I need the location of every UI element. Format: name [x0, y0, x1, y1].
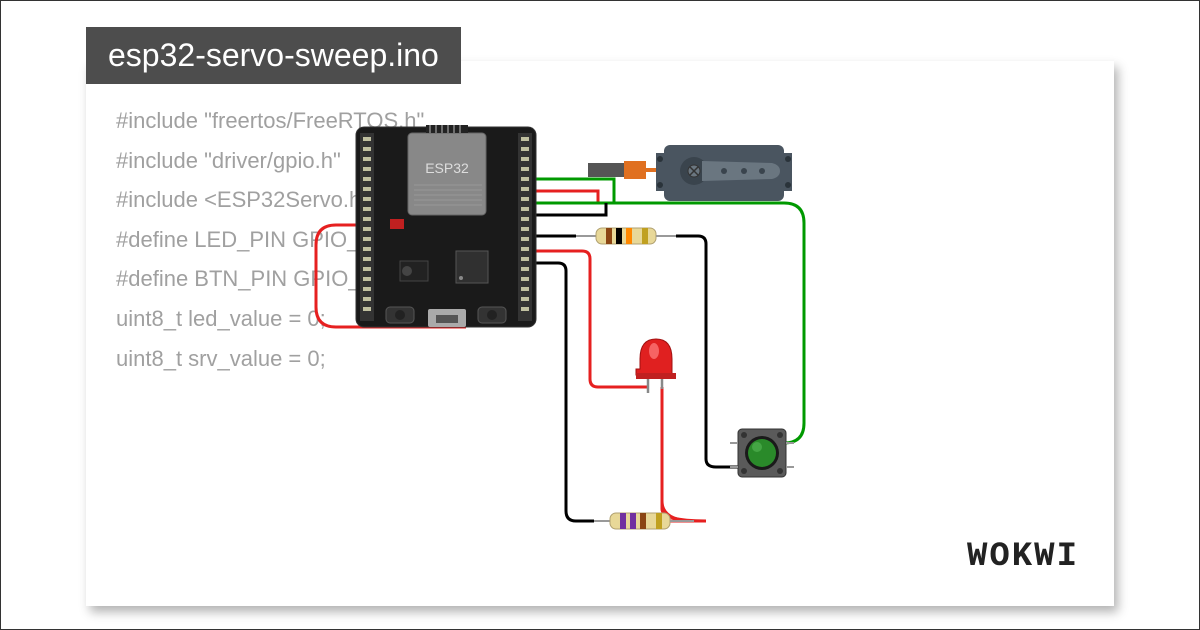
content-card: #include "freertos/FreeRTOS.h" #include …: [86, 61, 1114, 606]
preview-frame: esp32-servo-sweep.ino #include "freertos…: [0, 0, 1200, 630]
led-red: [636, 339, 676, 393]
resistor-bottom: [594, 513, 694, 529]
title-bar: esp32-servo-sweep.ino: [86, 27, 461, 84]
servo-motor: [588, 145, 792, 201]
push-button: [730, 429, 794, 477]
resistor-top: [576, 228, 676, 244]
circuit-diagram: ESP32: [306, 111, 1006, 551]
title-text: esp32-servo-sweep.ino: [108, 37, 439, 73]
esp32-board: ESP32: [356, 125, 536, 327]
board-label: ESP32: [425, 160, 469, 176]
